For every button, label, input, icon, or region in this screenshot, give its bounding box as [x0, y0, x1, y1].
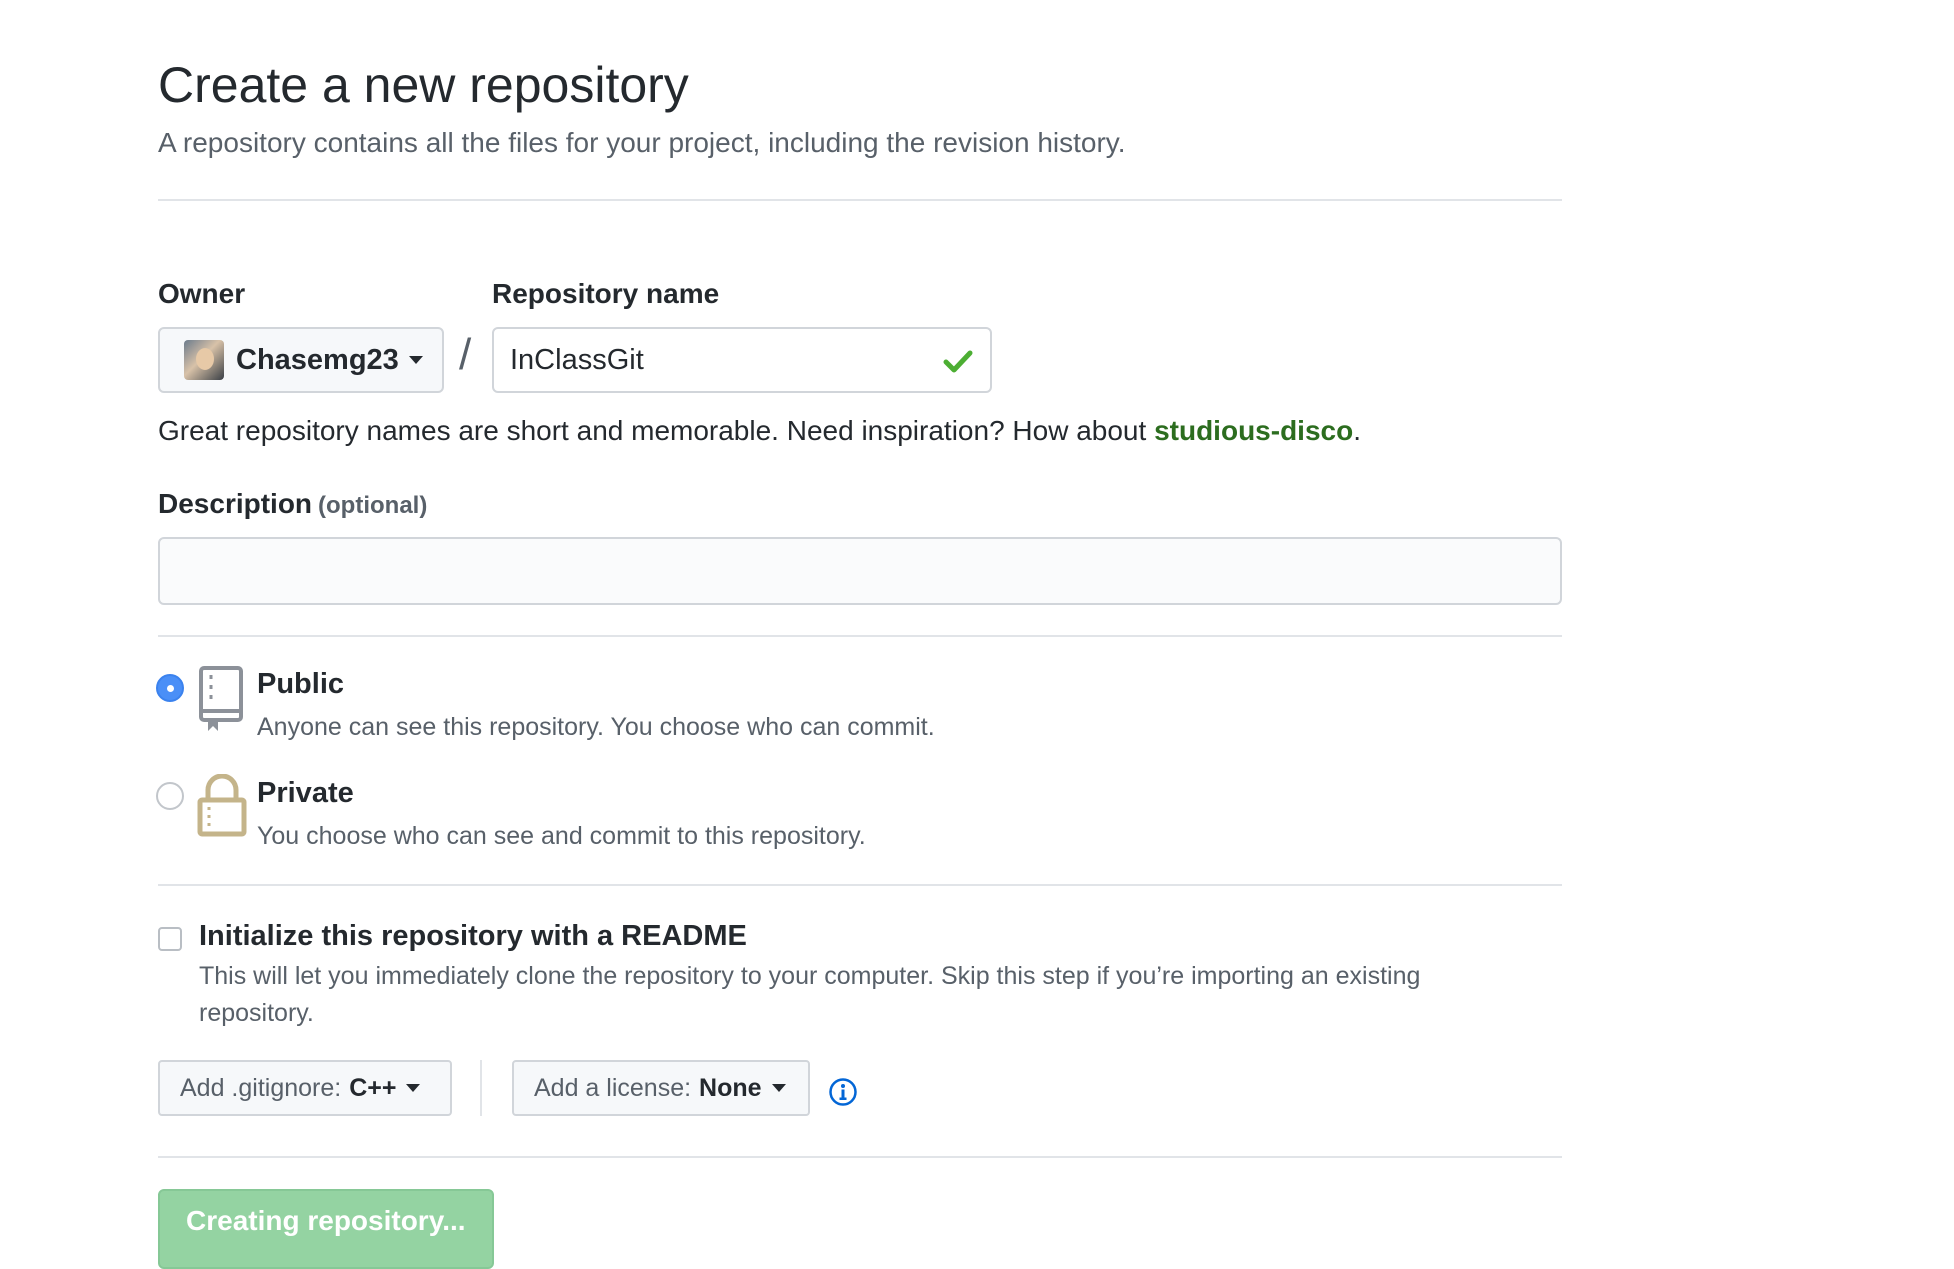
readme-description: This will let you immediately clone the … [199, 962, 1421, 1027]
chevron-down-icon [408, 356, 423, 364]
description-label-text: Description [158, 488, 313, 519]
description-label: Description (optional) [158, 488, 427, 520]
name-hint: Great repository names are short and mem… [158, 415, 1361, 447]
gitignore-select-button[interactable]: Add .gitignore: C++ [158, 1060, 452, 1116]
public-title: Public [257, 668, 345, 700]
description-input[interactable] [158, 537, 1562, 605]
divider [158, 884, 1562, 886]
page-subtitle: A repository contains all the files for … [158, 127, 1126, 158]
repo-icon [199, 666, 243, 731]
optional-tag: (optional) [318, 492, 428, 519]
private-title: Private [257, 777, 354, 809]
owner-name: Chasemg23 [236, 343, 399, 376]
license-select-button[interactable]: Add a license: None [512, 1060, 810, 1116]
create-repository-button[interactable]: Creating repository... [158, 1189, 494, 1269]
gitignore-label: Add .gitignore: [180, 1073, 342, 1102]
info-icon[interactable] [828, 1077, 858, 1107]
public-description: Anyone can see this repository. You choo… [257, 713, 935, 741]
lock-icon [197, 774, 247, 837]
repository-name-input[interactable]: InClassGit [492, 327, 992, 393]
private-radio[interactable] [156, 782, 184, 810]
readme-title: Initialize this repository with a README [199, 920, 747, 952]
license-label: Add a license: [534, 1073, 692, 1102]
repository-name-value: InClassGit [510, 343, 644, 376]
create-repository-page: Create a new repository A repository con… [0, 0, 1954, 1269]
check-icon [943, 350, 973, 373]
gitignore-value: C++ [349, 1073, 397, 1102]
chevron-down-icon [406, 1084, 421, 1092]
repository-name-label: Repository name [492, 278, 720, 309]
owner-label: Owner [158, 278, 246, 309]
divider [480, 1060, 482, 1116]
divider [158, 1156, 1562, 1158]
owner-repo-separator: / [459, 330, 472, 379]
public-radio[interactable] [156, 674, 184, 702]
page-title: Create a new repository [158, 57, 689, 113]
readme-checkbox[interactable] [158, 927, 182, 951]
avatar [184, 340, 224, 380]
name-hint-suffix: . [1353, 415, 1361, 446]
private-description: You choose who can see and commit to thi… [257, 822, 866, 850]
divider [158, 199, 1562, 201]
owner-select-button[interactable]: Chasemg23 [158, 327, 444, 393]
chevron-down-icon [771, 1084, 786, 1092]
divider [158, 635, 1562, 637]
name-suggestion-link[interactable]: studious-disco [1154, 415, 1353, 446]
license-value: None [699, 1073, 762, 1102]
name-hint-text: Great repository names are short and mem… [158, 415, 1155, 446]
